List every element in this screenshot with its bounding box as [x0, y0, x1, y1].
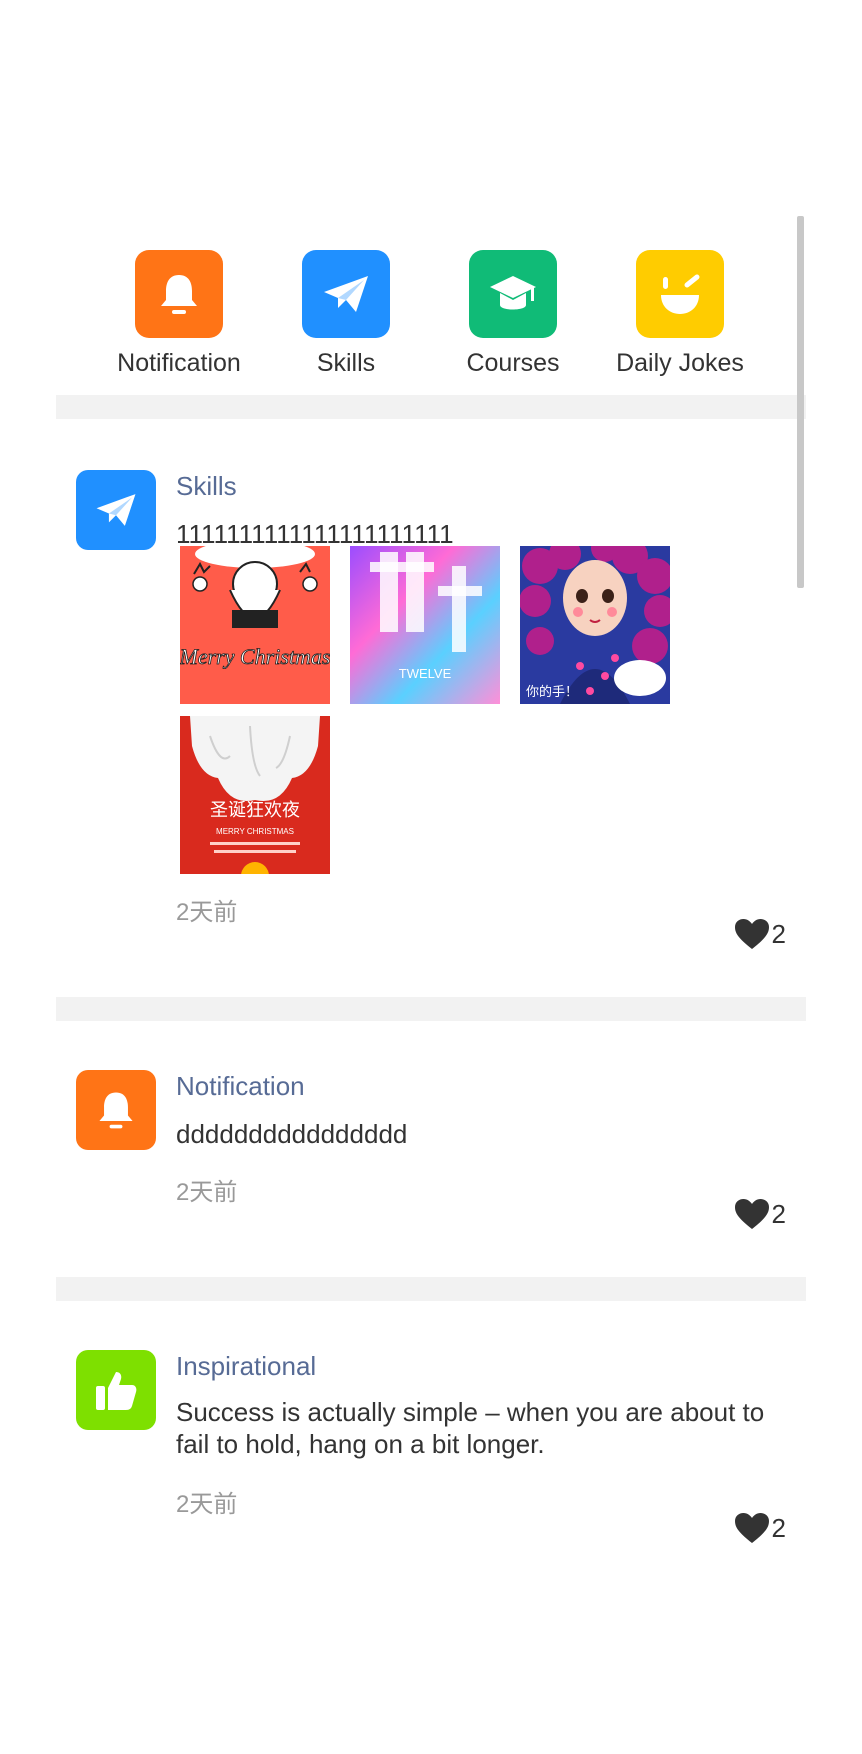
like-count: 2	[771, 1512, 786, 1543]
feed-post: Skills 1111111111111111111111 Merry Chri…	[56, 419, 806, 1020]
post-image[interactable]: 你的手！	[520, 546, 670, 704]
paper-plane-icon	[302, 250, 390, 338]
category-label: Courses	[466, 349, 560, 377]
like-button[interactable]: 2	[734, 1198, 786, 1230]
image-caption: 圣诞狂欢夜	[210, 800, 300, 821]
post-image[interactable]: 圣诞狂欢夜 MERRY CHRISTMAS	[180, 716, 330, 874]
image-caption: 你的手！	[526, 684, 578, 700]
category-courses[interactable]: Courses	[428, 250, 598, 378]
image-caption: TWELVE	[399, 666, 452, 681]
image-subcaption: MERRY CHRISTMAS	[216, 827, 294, 836]
feed-post: Notification dddddddddddddddd 2天前 2	[56, 1021, 806, 1281]
image-caption: Merry Christmas	[180, 644, 330, 669]
post-time: 2天前	[176, 1491, 238, 1518]
graduation-cap-icon	[469, 250, 557, 338]
post-image[interactable]: TWELVE	[350, 546, 500, 704]
category-bar: Notification Skills Courses Daily Jokes	[56, 216, 806, 399]
section-divider	[56, 1277, 806, 1301]
post-content: Success is actually simple – when you ar…	[176, 1397, 765, 1459]
section-divider	[56, 997, 806, 1021]
bell-icon	[76, 1070, 156, 1150]
like-count: 2	[771, 1198, 786, 1229]
post-category[interactable]: Notification	[176, 1071, 305, 1102]
heart-icon	[734, 1513, 769, 1543]
post-time: 2天前	[176, 899, 238, 926]
post-category[interactable]: Inspirational	[176, 1351, 316, 1382]
category-label: Notification	[117, 349, 241, 377]
post-image[interactable]: Merry Christmas	[180, 546, 330, 704]
like-button[interactable]: 2	[734, 1512, 786, 1543]
thumbs-up-icon	[76, 1350, 156, 1430]
feed-frame: Notification Skills Courses Daily Jokes …	[56, 216, 806, 1543]
heart-icon	[734, 919, 769, 949]
post-content: dddddddddddddddd	[176, 1119, 408, 1149]
category-daily-jokes[interactable]: Daily Jokes	[595, 250, 765, 378]
wink-face-icon	[636, 250, 724, 338]
paper-plane-icon	[76, 470, 156, 550]
post-time: 2天前	[176, 1179, 238, 1206]
scrollbar[interactable]	[797, 216, 804, 588]
category-label: Daily Jokes	[616, 349, 744, 377]
section-divider	[56, 395, 806, 419]
category-skills[interactable]: Skills	[261, 250, 431, 378]
post-category[interactable]: Skills	[176, 471, 237, 502]
category-label: Skills	[316, 349, 376, 377]
heart-icon	[734, 1199, 769, 1229]
like-count: 2	[771, 918, 786, 949]
like-button[interactable]: 2	[734, 918, 786, 950]
feed-post: Inspirational Success is actually simple…	[56, 1301, 806, 1543]
bell-icon	[135, 250, 223, 338]
category-notification[interactable]: Notification	[94, 250, 264, 378]
